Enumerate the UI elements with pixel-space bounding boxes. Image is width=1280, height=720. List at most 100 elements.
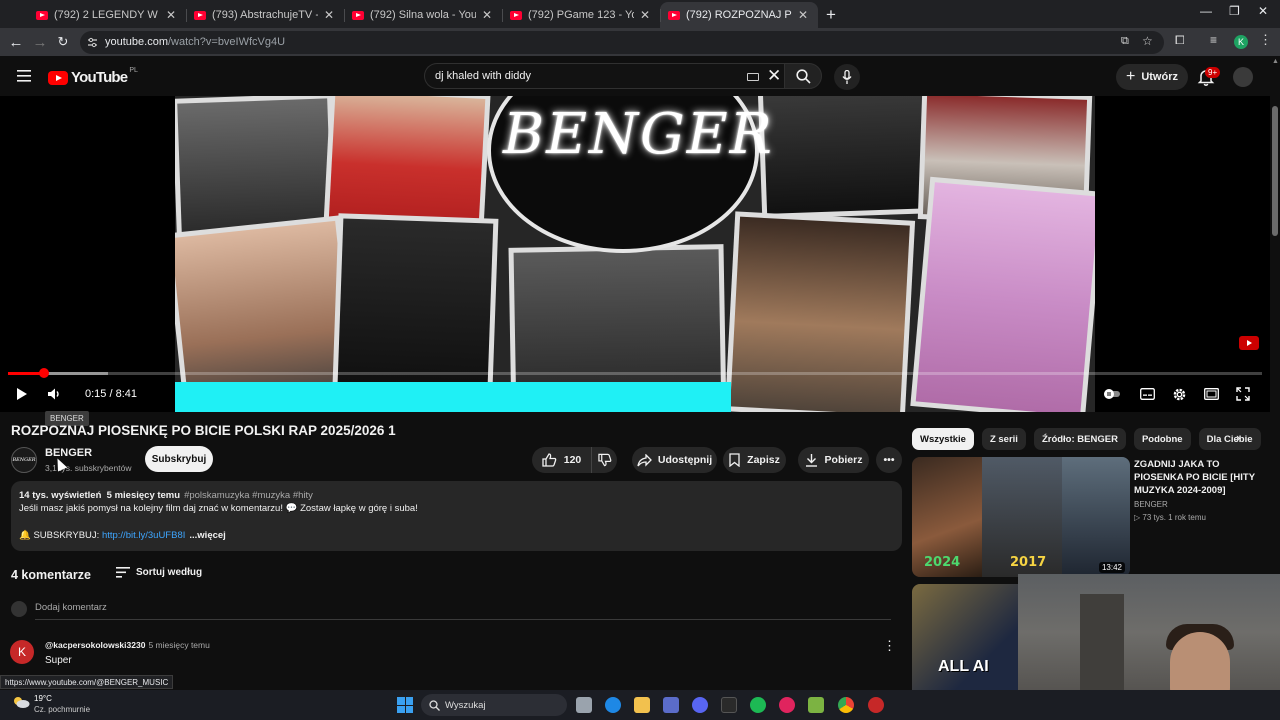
add-comment-input[interactable]: Dodaj komentarz (35, 602, 107, 613)
search-icon (795, 68, 811, 84)
tab-close-icon[interactable]: ✕ (796, 8, 810, 22)
search-button[interactable] (784, 63, 822, 89)
sort-icon (116, 567, 130, 578)
voice-search-button[interactable] (834, 64, 860, 90)
taskbar-search[interactable]: Wyszukaj (421, 694, 567, 716)
site-info-icon[interactable] (87, 37, 98, 48)
scroll-up-icon[interactable]: ▲ (1272, 58, 1279, 65)
comment-menu-icon[interactable]: ⋮ (883, 638, 896, 654)
window-close-icon[interactable]: ✕ (1258, 4, 1268, 18)
scrollbar-thumb[interactable] (1272, 106, 1278, 236)
chip-source[interactable]: Źródło: BENGER (1033, 428, 1126, 450)
youtube-logo[interactable]: YouTube PL (48, 67, 138, 86)
volume-button[interactable] (45, 384, 65, 404)
reading-list-icon[interactable]: ≡ (1210, 33, 1217, 47)
clear-search-icon[interactable]: ✕ (767, 66, 781, 86)
video-player[interactable]: BENGER 0:15 / 8:41 (0, 96, 1270, 412)
maximize-icon[interactable]: ❐ (1229, 4, 1240, 18)
share-button[interactable]: Udostępnij (632, 447, 717, 473)
install-app-icon[interactable]: ⧉ (1121, 35, 1129, 48)
weather-condition[interactable]: Cz. pochmurnie (34, 705, 90, 714)
progress-bar[interactable] (8, 368, 1262, 378)
browser-tab[interactable]: (793) AbstrachujeTV - YouTube ✕ (186, 2, 344, 28)
miniplayer-button[interactable] (1201, 384, 1221, 404)
save-button[interactable]: Zapisz (723, 447, 786, 473)
tab-close-icon[interactable]: ✕ (164, 8, 178, 22)
file-explorer-icon[interactable] (634, 697, 650, 713)
minimize-icon[interactable]: — (1200, 4, 1212, 18)
browser-tab[interactable]: (792) 2 LEGENDY W 1 BICIU KO ✕ (28, 2, 186, 28)
forward-icon[interactable]: → (30, 32, 50, 52)
tab-close-icon[interactable]: ✕ (638, 8, 652, 22)
chip-series[interactable]: Z serii (981, 428, 1026, 450)
sort-comments-button[interactable]: Sortuj według (116, 567, 202, 578)
chevron-right-icon[interactable]: › (1236, 430, 1240, 445)
channel-name[interactable]: BENGER (45, 447, 92, 459)
new-tab-icon[interactable]: + (818, 2, 844, 28)
edge-icon[interactable] (605, 697, 621, 713)
create-button[interactable]: + Utwórz (1116, 64, 1188, 90)
back-icon[interactable]: ← (6, 32, 26, 52)
discord-icon[interactable] (692, 697, 708, 713)
recommended-video-thumbnail[interactable]: 2024 2017 13:42 (912, 457, 1130, 577)
recommended-video-title[interactable]: ZGADNIJ JAKA TO PIOSENKA PO BICIE [HITY … (1134, 458, 1264, 497)
store-icon[interactable] (663, 697, 679, 713)
reload-icon[interactable]: ↻ (53, 32, 73, 52)
chrome-icon[interactable] (838, 697, 854, 713)
subscribe-button[interactable]: Subskrybuj (145, 446, 213, 472)
commenter-avatar[interactable]: K (10, 640, 34, 664)
keyboard-icon[interactable] (747, 73, 759, 81)
recommended-channel[interactable]: BENGER (1134, 500, 1168, 509)
weather-temp[interactable]: 19°C (34, 694, 52, 703)
subscribe-link[interactable]: http://bit.ly/3uUFB8I (102, 530, 185, 541)
description-text: Jeśli masz jakiś pomysł na kolejny film … (19, 503, 418, 514)
spotify-icon[interactable] (750, 697, 766, 713)
description-box[interactable]: 14 tys. wyświetleń 5 miesięcy temu #polsk… (11, 481, 902, 551)
channel-watermark-icon[interactable] (1239, 336, 1259, 350)
chip-similar[interactable]: Podobne (1133, 428, 1191, 450)
youtube-favicon-icon (352, 10, 364, 20)
extensions-icon[interactable]: ⧠ (1175, 33, 1185, 48)
tab-close-icon[interactable]: ✕ (480, 8, 494, 22)
browser-tab-active[interactable]: (792) ROZPOZNAJ PIOSENKĘ P ✕ (660, 2, 818, 28)
fullscreen-button[interactable] (1233, 384, 1253, 404)
download-button[interactable]: Pobierz (798, 447, 869, 473)
show-more-link[interactable]: ...więcej (189, 530, 225, 541)
autoplay-toggle[interactable] (1102, 384, 1122, 404)
app-icon[interactable] (808, 697, 824, 713)
obs-icon[interactable] (721, 697, 737, 713)
weather-cloud-icon[interactable] (12, 695, 30, 709)
hashtags[interactable]: #polskamuzyka #muzyka #hity (184, 490, 313, 501)
address-bar[interactable]: youtube.com/watch?v=bveIWfcVg4U ⧉ ☆ (80, 31, 1164, 54)
play-button[interactable] (12, 384, 32, 404)
settings-button[interactable] (1169, 384, 1189, 404)
microphone-icon (842, 69, 852, 84)
dislike-button[interactable] (592, 447, 617, 473)
browser-profile-avatar[interactable]: K (1234, 35, 1248, 49)
task-view-icon[interactable] (576, 697, 592, 713)
channel-avatar[interactable]: BENGER (11, 447, 37, 473)
recommended-video-thumbnail[interactable]: ALL AI (912, 584, 1020, 690)
app-icon[interactable] (779, 697, 795, 713)
browser-tab[interactable]: (792) PGame 123 - YouTube ✕ (502, 2, 660, 28)
browser-tab[interactable]: (792) Silna wola - YouTube ✕ (344, 2, 502, 28)
comment-time[interactable]: 5 miesięcy temu (148, 640, 209, 650)
like-button[interactable]: 120 (532, 447, 592, 473)
scrubber-handle[interactable] (39, 368, 50, 378)
subtitles-button[interactable] (1137, 384, 1157, 404)
tab-close-icon[interactable]: ✕ (322, 8, 336, 22)
comment-author[interactable]: @kacpersokolowski3230 (45, 640, 145, 650)
user-avatar[interactable] (1233, 67, 1253, 87)
chip-for-you[interactable]: Dla Ciebie (1198, 428, 1261, 450)
chip-all[interactable]: Wszystkie (912, 428, 974, 450)
search-input[interactable]: dj khaled with diddy ✕ (424, 63, 784, 89)
bookmark-star-icon[interactable]: ☆ (1142, 34, 1153, 48)
windows-start-icon[interactable] (397, 697, 413, 713)
more-actions-button[interactable]: ••• (876, 447, 902, 473)
comments-count: 4 komentarze (11, 568, 91, 582)
hamburger-menu-icon[interactable] (17, 70, 31, 82)
browser-menu-icon[interactable]: ⋮ (1259, 32, 1272, 48)
thumb-year-label: 2017 (1010, 555, 1047, 570)
app-icon[interactable] (868, 697, 884, 713)
url-host: youtube.com (105, 36, 168, 48)
